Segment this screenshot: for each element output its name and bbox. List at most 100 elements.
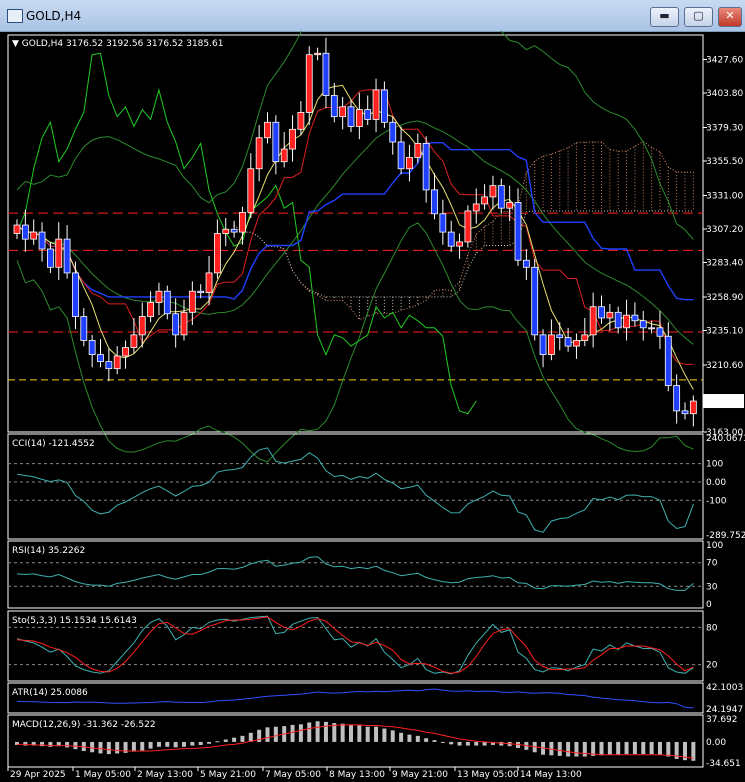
macd-bar	[215, 741, 220, 743]
candle-body	[297, 112, 305, 130]
candle-body	[355, 109, 363, 127]
macd-bar	[399, 732, 404, 742]
candle-body	[372, 89, 380, 120]
y-tick-label: 3258.90	[706, 293, 743, 303]
atr-panel: ATR(14) 25.0086 42.1003 24.1947	[7, 682, 743, 715]
candle-body	[564, 337, 572, 347]
macd-bar	[624, 741, 629, 755]
y-tick-label: -34.651	[706, 759, 741, 769]
candle-body	[322, 52, 330, 96]
y-tick-label: 37.692	[706, 715, 738, 725]
macd-bar	[73, 741, 78, 750]
price-panel: ▼ GOLD,H4 3176.52 3192.56 3176.52 3185.6…	[7, 31, 744, 463]
candle-body	[155, 290, 163, 303]
macd-bar	[323, 721, 328, 742]
candle-body	[97, 354, 104, 363]
candle-body	[255, 137, 263, 170]
candle-body	[21, 224, 29, 240]
x-tick-label: 7 May 05:00	[265, 770, 321, 780]
candle-body	[180, 311, 188, 336]
macd-bar	[357, 725, 362, 742]
series-line-0	[16, 688, 694, 709]
candle-body	[289, 128, 296, 150]
y-tick-label: 24.1947	[706, 705, 743, 715]
senkou-span-a	[233, 141, 694, 321]
candle-body	[589, 306, 597, 336]
candle-body	[88, 340, 96, 355]
series-line-0	[16, 447, 694, 533]
candle-body	[113, 355, 121, 370]
series-line-0	[16, 556, 694, 591]
kijun-line	[16, 141, 694, 301]
candle-body	[456, 241, 463, 247]
x-tick-label: 1 May 05:00	[75, 770, 131, 780]
macd-bar	[657, 741, 662, 755]
macd-bar	[198, 741, 203, 745]
macd-bar	[165, 741, 170, 747]
panel-title: Sto(5,3,3) 15.1534 15.6143	[12, 616, 137, 626]
close-button[interactable]: ✕	[718, 7, 742, 27]
x-tick-label: 9 May 21:00	[392, 770, 448, 780]
macd-bar	[407, 734, 412, 742]
chart-window-icon	[7, 9, 23, 23]
macd-bar	[190, 741, 195, 746]
macd-bar	[223, 739, 228, 742]
candle-body	[681, 410, 689, 415]
x-tick-label: 29 Apr 2025	[10, 770, 66, 780]
candle-body	[230, 228, 238, 233]
candle-body	[347, 106, 355, 127]
candle-body	[556, 334, 564, 339]
candle-body	[47, 248, 54, 268]
candle-body	[147, 302, 155, 317]
macd-bar	[566, 741, 571, 757]
candle-body	[330, 95, 338, 118]
x-tick-label: 2 May 13:00	[137, 770, 193, 780]
macd-bar	[574, 741, 579, 757]
candle-body	[72, 272, 79, 317]
stochastic-panel: Sto(5,3,3) 15.1534 15.6143 80 20	[7, 610, 718, 682]
candle-body	[472, 203, 480, 212]
ichimoku-cloud	[308, 141, 694, 320]
candle-body	[138, 316, 146, 336]
window-title: GOLD,H4	[26, 9, 82, 23]
macd-bar	[98, 741, 103, 754]
chikou-span	[16, 52, 477, 415]
macd-bar	[315, 721, 320, 742]
candle-body	[514, 202, 522, 261]
candle-body	[197, 290, 205, 294]
candle-body	[573, 340, 580, 347]
macd-bar	[499, 741, 504, 746]
candle-body	[522, 259, 530, 268]
candle-body	[631, 314, 639, 322]
y-tick-label: -100	[706, 496, 727, 506]
y-tick-label: -289.7521	[706, 531, 745, 541]
macd-bar	[173, 741, 178, 748]
candle-body	[314, 52, 322, 56]
candle-body	[447, 231, 455, 247]
macd-bar	[424, 738, 429, 742]
candle-body	[380, 89, 388, 123]
chart-area[interactable]: ▼ GOLD,H4 3176.52 3192.56 3176.52 3185.6…	[0, 31, 745, 782]
macd-bar	[641, 741, 646, 755]
macd-bar	[298, 724, 303, 742]
candle-body	[481, 196, 489, 205]
candle-body	[272, 121, 280, 163]
macd-bar	[390, 730, 395, 742]
candle-body	[656, 327, 664, 337]
y-tick-label: 3307.20	[706, 225, 743, 235]
chart-window: GOLD,H4 ▬ ▢ ✕ ▼ GOLD,H4 3176.52 3192.56 …	[0, 0, 745, 782]
candle-body	[581, 334, 589, 341]
y-tick-label: 3210.60	[706, 361, 743, 371]
candle-body	[364, 109, 372, 120]
candle-body	[339, 106, 347, 118]
panel-title: ATR(14) 25.0086	[12, 688, 88, 698]
macd-bar	[182, 741, 186, 747]
y-tick-label: 0	[706, 600, 712, 610]
lower-band	[16, 222, 694, 463]
y-tick-label: 3331.00	[706, 191, 743, 201]
minimize-button[interactable]: ▬	[650, 7, 679, 27]
y-tick-label: 3235.10	[706, 326, 743, 336]
maximize-button[interactable]: ▢	[684, 7, 713, 27]
candle-body	[213, 233, 221, 274]
candle-body	[623, 314, 630, 329]
